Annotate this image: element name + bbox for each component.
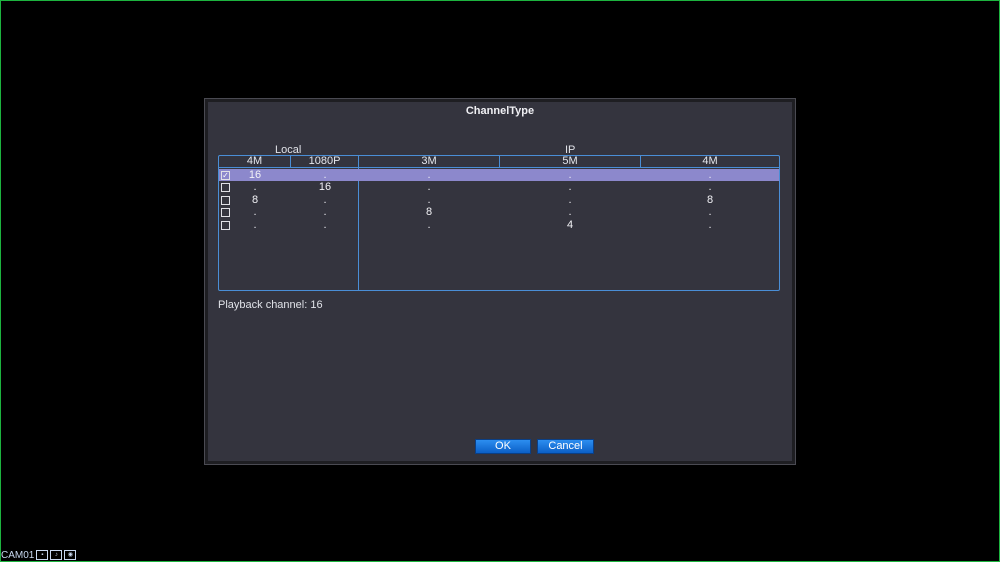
table-cell: 8 [425, 206, 433, 219]
table-cell: . [253, 181, 257, 194]
table-cell: . [427, 218, 431, 231]
table-cell: 8 [706, 193, 714, 206]
table-cell: . [427, 193, 431, 206]
column-header: 5M [500, 156, 641, 168]
table-cell: . [323, 169, 327, 181]
table-cell: . [708, 181, 712, 194]
audio-mute-icon: ♪ [50, 550, 63, 560]
motion-icon: ◉ [64, 550, 77, 560]
ok-button[interactable]: OK [475, 439, 531, 454]
row-checkbox[interactable] [221, 195, 230, 205]
table-cell: . [708, 169, 712, 181]
channel-table: 4M 1080P 3M 5M 4M ✓ 16..... 16... 8... 8.. 8.… [218, 155, 780, 291]
column-header: 4M [641, 156, 779, 168]
table-cell: 8 [251, 193, 259, 206]
table-cell: 16 [248, 169, 262, 181]
table-cell: . [427, 181, 431, 194]
column-header: 1080P [291, 156, 359, 168]
table-row[interactable]: ✓ 16.... [219, 169, 779, 181]
row-checkbox[interactable]: ✓ [221, 171, 230, 180]
table-cell: . [323, 218, 327, 231]
column-header: 4M [219, 156, 291, 168]
channel-type-dialog: ChannelType Local IP 4M 1080P 3M 5M 4M ✓… [205, 99, 795, 464]
table-row[interactable]: . 16... [219, 181, 779, 193]
table-cell: . [568, 206, 572, 219]
table-cell: . [568, 169, 572, 181]
table-cell: . [323, 193, 327, 206]
table-cell: . [253, 206, 257, 219]
table-cell: 16 [318, 181, 332, 194]
column-header: 3M [359, 156, 500, 168]
table-row[interactable]: 8... 8 [219, 194, 779, 206]
table-row[interactable]: ... 4. [219, 219, 779, 231]
record-icon: ▪ [36, 550, 49, 560]
row-checkbox[interactable] [221, 220, 230, 230]
dialog-title: ChannelType [465, 105, 535, 117]
table-row[interactable]: .. 8.. [219, 206, 779, 218]
table-cell: . [708, 206, 712, 219]
table-cell: . [568, 181, 572, 194]
table-cell: . [253, 218, 257, 231]
row-checkbox[interactable] [221, 208, 230, 218]
row-checkbox[interactable] [221, 183, 230, 193]
status-bar: CAM01 ▪ ♪ ◉ [1, 549, 77, 561]
camera-label: CAM01 [1, 549, 35, 561]
table-cell: 4 [566, 218, 574, 231]
table-cell: . [323, 206, 327, 219]
table-cell: . [708, 218, 712, 231]
cancel-button[interactable]: Cancel [537, 439, 594, 454]
playback-channel-text: Playback channel: 16 [218, 299, 323, 311]
table-cell: . [568, 193, 572, 206]
table-cell: . [427, 169, 431, 181]
